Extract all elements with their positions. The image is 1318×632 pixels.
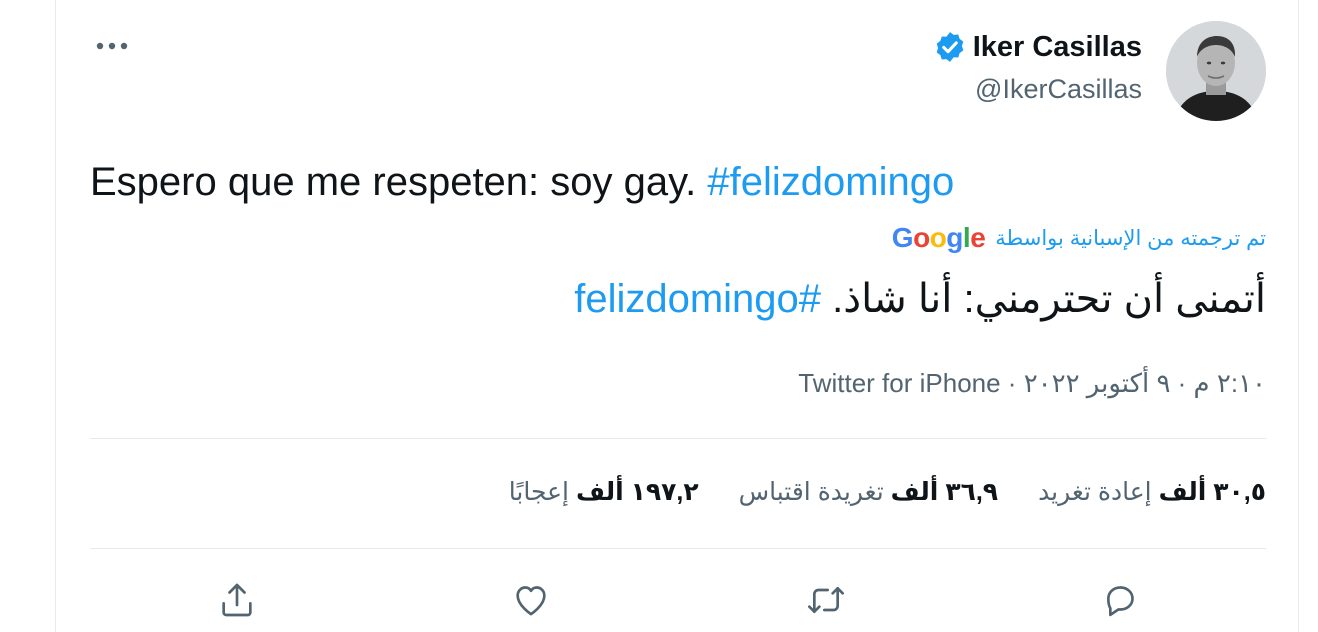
translation-attribution[interactable]: تم ترجمته من الإسبانية بواسطة Google — [892, 222, 1266, 254]
translated-hashtag-link[interactable]: #felizdomingo — [574, 277, 821, 321]
like-button[interactable] — [501, 570, 561, 630]
quotes-count: ٣٦,٩ ألف — [890, 478, 999, 506]
retweets-label: إعادة تغريد — [1038, 478, 1152, 506]
likes-count-link[interactable]: ١٩٧,٢ ألف إعجابًا — [509, 477, 699, 507]
tweet-action-bar — [90, 570, 1266, 630]
share-icon — [222, 583, 252, 617]
tweet-date[interactable]: ٩ أكتوبر ٢٠٢٢ — [1024, 368, 1171, 398]
tweet-time[interactable]: ٢:١٠ م — [1194, 368, 1266, 398]
likes-count: ١٩٧,٢ ألف — [575, 478, 699, 506]
avatar[interactable] — [1166, 21, 1266, 121]
author-handle[interactable]: @IkerCasillas — [933, 74, 1142, 105]
more-horizontal-icon — [96, 42, 128, 50]
retweet-button[interactable] — [796, 570, 856, 630]
retweets-count-link[interactable]: ٣٠,٥ ألف إعادة تغريد — [1038, 477, 1266, 507]
retweet-icon — [808, 587, 844, 613]
meta-separator-1: · — [1170, 368, 1194, 398]
share-button[interactable] — [207, 570, 267, 630]
avatar-photo — [1166, 21, 1266, 121]
tweet-source-link[interactable]: Twitter for iPhone — [798, 368, 1000, 398]
reply-button[interactable] — [1090, 570, 1150, 630]
card-border-left — [55, 0, 56, 632]
retweets-count: ٣٠,٥ ألف — [1158, 478, 1266, 506]
divider-top — [90, 438, 1266, 439]
tweet-text: Espero que me respeten: soy gay. #felizd… — [90, 160, 954, 205]
tweet-stats: ٣٠,٥ ألف إعادة تغريد ٣٦,٩ ألف تغريدة اقت… — [509, 477, 1266, 507]
card-border-right — [1298, 0, 1299, 632]
author-name[interactable]: Iker Casillas — [973, 31, 1142, 64]
google-logo: Google — [891, 222, 986, 253]
tweet-hashtag-link[interactable]: #felizdomingo — [707, 160, 954, 204]
more-options-button[interactable] — [92, 26, 132, 66]
meta-separator-2: · — [1000, 368, 1024, 398]
divider-bottom — [90, 548, 1266, 549]
heart-icon — [516, 586, 546, 616]
tweet-metadata: ٢:١٠ م · ٩ أكتوبر ٢٠٢٢ · Twitter for iPh… — [798, 368, 1266, 399]
quotes-label: تغريدة اقتباس — [738, 478, 884, 506]
reply-icon — [1107, 586, 1134, 617]
author-block[interactable]: Iker Casillas @IkerCasillas — [933, 30, 1142, 105]
translated-tweet-text: أتمنى أن تحترمني: أنا شاذ. #felizdomingo — [574, 276, 1266, 322]
translation-label[interactable]: تم ترجمته من الإسبانية بواسطة — [995, 226, 1266, 251]
verified-badge-icon — [936, 32, 964, 62]
likes-label: إعجابًا — [508, 478, 569, 506]
tweet-body: Espero que me respeten: soy gay. — [90, 160, 708, 204]
translated-body: أتمنى أن تحترمني: أنا شاذ. — [821, 277, 1266, 321]
quotes-count-link[interactable]: ٣٦,٩ ألف تغريدة اقتباس — [739, 477, 998, 507]
